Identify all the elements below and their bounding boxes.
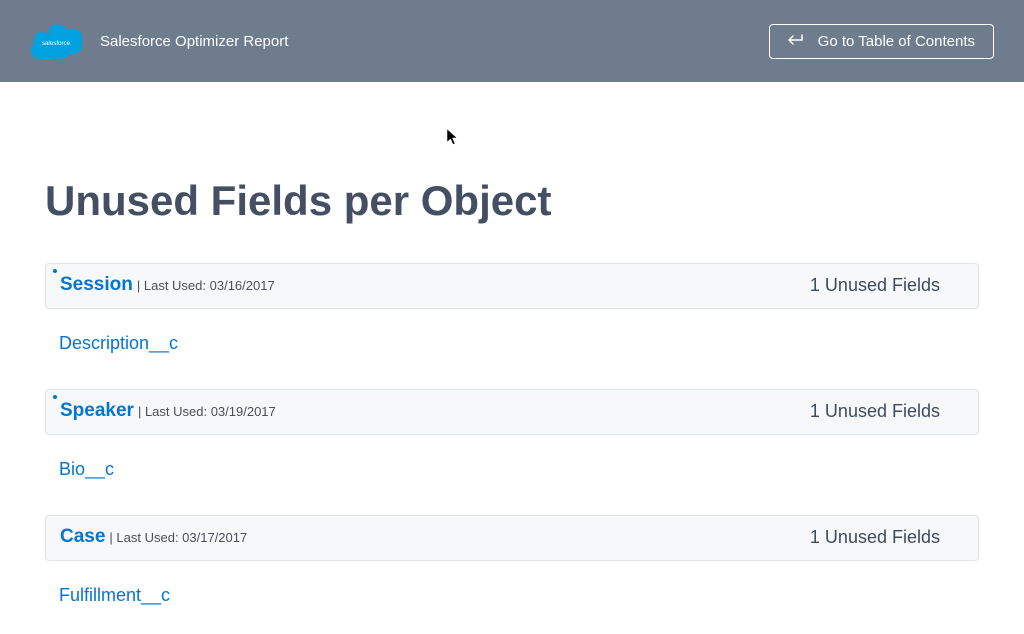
object-section: Session | Last Used: 03/16/2017 1 Unused… <box>45 263 979 354</box>
object-last-used: | Last Used: 03/16/2017 <box>137 278 275 293</box>
page-title: Unused Fields per Object <box>45 177 979 225</box>
bullet-icon <box>53 395 57 399</box>
object-header: Speaker | Last Used: 03/19/2017 1 Unused… <box>45 389 979 435</box>
main-content: Unused Fields per Object Session | Last … <box>0 177 1024 606</box>
field-link[interactable]: Description__c <box>59 333 178 354</box>
app-header: salesforce Salesforce Optimizer Report G… <box>0 0 1024 82</box>
object-header-left: Session | Last Used: 03/16/2017 <box>60 274 275 296</box>
object-section: Speaker | Last Used: 03/19/2017 1 Unused… <box>45 389 979 480</box>
object-last-used: | Last Used: 03/17/2017 <box>109 530 247 545</box>
header-title: Salesforce Optimizer Report <box>100 33 288 50</box>
svg-text:salesforce: salesforce <box>42 40 71 47</box>
bullet-icon <box>53 269 57 273</box>
object-last-used: | Last Used: 03/19/2017 <box>138 404 276 419</box>
cursor-icon <box>446 128 460 151</box>
unused-fields-count: 1 Unused Fields <box>810 527 940 548</box>
salesforce-logo: salesforce <box>30 23 82 59</box>
return-icon <box>788 34 806 48</box>
object-name-link[interactable]: Session <box>60 274 133 296</box>
object-header: Session | Last Used: 03/16/2017 1 Unused… <box>45 263 979 309</box>
object-section: Case | Last Used: 03/17/2017 1 Unused Fi… <box>45 515 979 606</box>
table-of-contents-button[interactable]: Go to Table of Contents <box>769 24 994 59</box>
field-link[interactable]: Bio__c <box>59 459 114 480</box>
object-header-left: Speaker | Last Used: 03/19/2017 <box>60 400 276 422</box>
unused-fields-count: 1 Unused Fields <box>810 401 940 422</box>
unused-fields-count: 1 Unused Fields <box>810 275 940 296</box>
cloud-icon: salesforce <box>30 23 82 59</box>
object-name-link[interactable]: Speaker <box>60 400 134 422</box>
object-header: Case | Last Used: 03/17/2017 1 Unused Fi… <box>45 515 979 561</box>
field-link[interactable]: Fulfillment__c <box>59 585 170 606</box>
object-header-left: Case | Last Used: 03/17/2017 <box>60 526 247 548</box>
object-name-link[interactable]: Case <box>60 526 105 548</box>
toc-button-label: Go to Table of Contents <box>818 33 975 50</box>
header-left-group: salesforce Salesforce Optimizer Report <box>30 23 288 59</box>
